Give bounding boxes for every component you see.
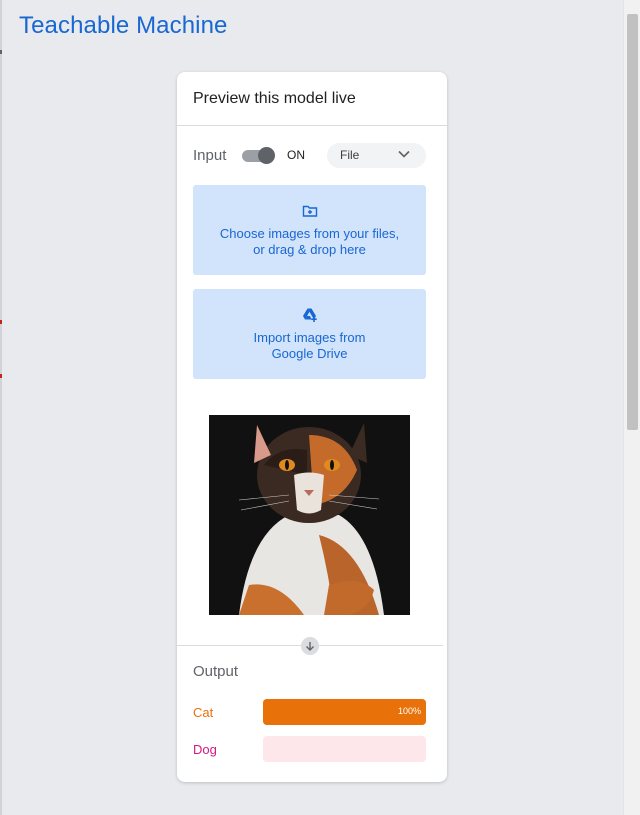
scrollbar-thumb[interactable] (627, 14, 638, 430)
page-scrollbar[interactable] (623, 0, 640, 815)
cat-photo (209, 415, 410, 615)
confidence-label-cat: 100% (397, 706, 421, 716)
import-drive-text-2: Google Drive (271, 345, 348, 361)
app-title[interactable]: Teachable Machine (19, 12, 228, 40)
upload-files-button[interactable]: Choose images from your files, or drag &… (193, 185, 426, 275)
chevron-down-icon (396, 146, 412, 165)
confidence-bar-cat: 100% (263, 699, 426, 725)
output-title: Output (193, 663, 239, 680)
input-toggle[interactable] (242, 147, 276, 164)
upload-files-text-1: Choose images from your files, (219, 225, 400, 241)
input-controls: Input ON File (193, 142, 426, 168)
output-class-row: Dog (193, 736, 426, 762)
arrow-down-icon (301, 637, 319, 655)
class-name-cat: Cat (193, 704, 214, 720)
upload-files-text-2: or drag & drop here (253, 241, 366, 257)
input-label: Input (193, 146, 227, 164)
preview-panel-title: Preview this model live (177, 72, 447, 126)
preview-image (209, 415, 410, 615)
google-drive-add-icon (302, 307, 318, 330)
confidence-bar-dog (263, 736, 426, 762)
import-drive-button[interactable]: Import images from Google Drive (193, 289, 426, 379)
import-drive-text-1: Import images from (253, 329, 366, 345)
output-class-row: Cat 100% (193, 699, 426, 725)
toggle-knob (258, 147, 275, 164)
toggle-state-label: ON (287, 148, 305, 162)
class-name-dog: Dog (193, 741, 217, 757)
input-source-value: File (340, 148, 360, 162)
window-left-edge (0, 0, 2, 815)
input-source-dropdown[interactable]: File (327, 142, 426, 168)
preview-panel: Preview this model live Input ON File Ch… (177, 72, 447, 782)
folder-add-icon (302, 203, 318, 226)
